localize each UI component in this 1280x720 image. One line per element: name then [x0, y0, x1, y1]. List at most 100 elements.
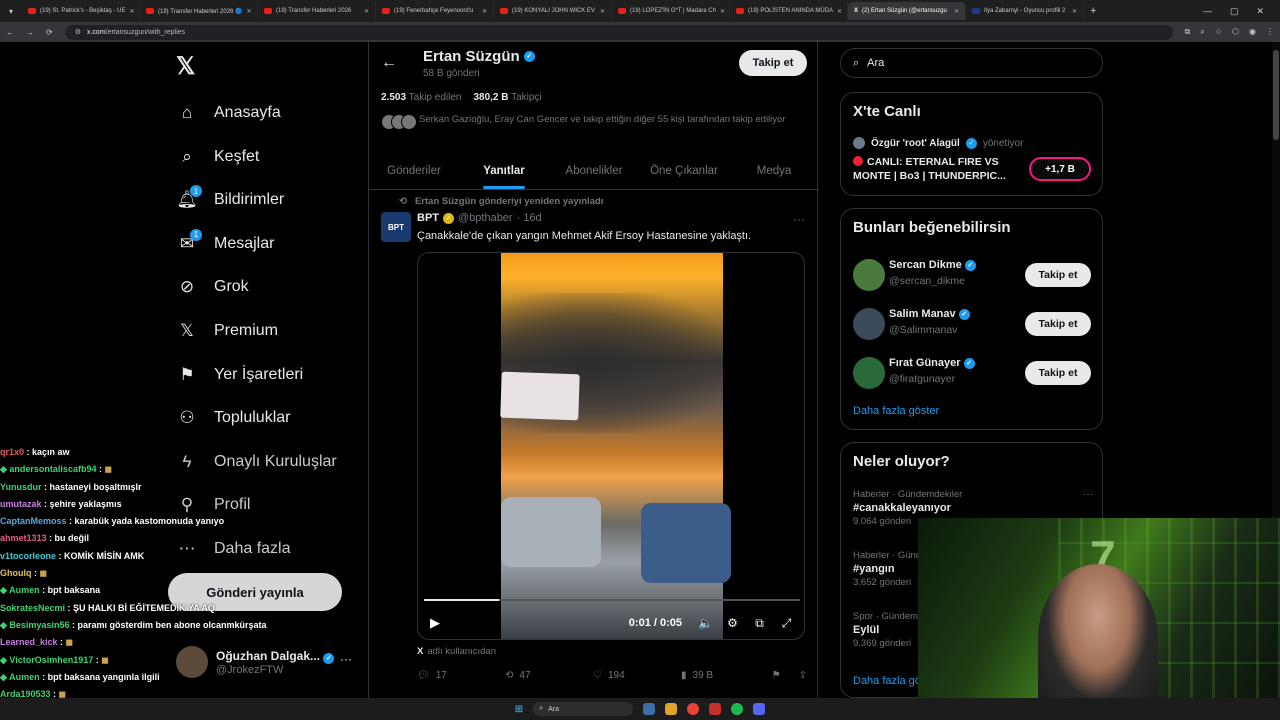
share-icon[interactable]: ⇪	[799, 670, 807, 681]
back-icon[interactable]: ←	[6, 28, 14, 37]
tweet-author[interactable]: BPT	[417, 212, 439, 224]
follow-button[interactable]: Takip et	[1025, 361, 1091, 385]
close-tab-icon[interactable]: ✕	[954, 8, 959, 15]
suggested-user[interactable]: Fırat Günayer ✓ @firatgunayer Takip et	[853, 353, 1093, 393]
show-more-link[interactable]: Daha fazla göster	[853, 405, 939, 417]
nav-item-yer-i-şaretleri[interactable]: ⚑ Yer İşaretleri	[176, 360, 303, 390]
chat-username[interactable]: Aumen	[9, 585, 40, 595]
chat-username[interactable]: CaptanMemoss	[0, 516, 67, 526]
close-tab-icon[interactable]: ✕	[837, 8, 842, 15]
tab-medya[interactable]: Medya	[729, 152, 819, 189]
chat-username[interactable]: v1tocorleone	[0, 551, 56, 561]
like-button[interactable]: ♡ 194	[593, 670, 681, 681]
followers-you-know[interactable]: Serkan Gazioğlu, Eray Can Gencer ve taki…	[381, 114, 801, 130]
nav-item-keşfet[interactable]: ⌕ Keşfet	[176, 142, 259, 172]
video-progress-bar[interactable]	[424, 599, 800, 601]
pip-icon[interactable]: ⧉	[746, 616, 773, 631]
live-listener-count[interactable]: +1,7 B	[1029, 157, 1091, 181]
browser-tab[interactable]: (19) KONYALI JOHN WICK EV ✕	[494, 2, 612, 20]
nav-item-anasayfa[interactable]: ⌂ Anasayfa	[176, 98, 281, 128]
chat-username[interactable]: umutazak	[0, 499, 42, 509]
tab-gönderiler[interactable]: Gönderiler	[369, 152, 459, 189]
bookmark-icon[interactable]: ⚑	[772, 670, 781, 681]
tweet[interactable]: ⟲ Ertan Süzgün gönderiyi yeniden yayınla…	[369, 192, 819, 698]
browser-menu-icon[interactable]: ⋮	[1266, 27, 1274, 37]
profile-icon[interactable]: ◉	[1249, 27, 1256, 37]
browser-tab[interactable]: (19) Transfer Haberleri 2026 ✕	[258, 2, 376, 20]
browser-tab[interactable]: (19) Transfer Haberleri 2026 🔵 ✕	[140, 2, 258, 20]
browser-tab[interactable]: (19) POLİSTEN ANINDA MÜDA ✕	[730, 2, 848, 20]
browser-tab[interactable]: (19) St. Patrick's - Beşiktaş - UE ✕	[22, 2, 140, 20]
taskbar-search[interactable]: ⌕ Ara	[533, 702, 634, 716]
address-bar[interactable]: ⚙ x.com/ertansuzgun/with_replies	[64, 24, 1173, 40]
task-view-icon[interactable]	[643, 703, 656, 715]
tweet-more-icon[interactable]: ···	[793, 212, 805, 226]
search-input[interactable]: ⌕ Ara	[840, 48, 1103, 78]
spotify-icon[interactable]	[731, 703, 744, 715]
close-tab-icon[interactable]: ✕	[1072, 8, 1077, 15]
chat-username[interactable]: Learned_kick	[0, 637, 58, 647]
volume-icon[interactable]: 🔈	[692, 616, 719, 630]
live-title[interactable]: CANLI: ETERNAL FIRE VS MONTE | Bo3 | THU…	[853, 155, 1027, 183]
chat-username[interactable]: Besimyasin56	[9, 620, 69, 630]
nav-item-bildirimler[interactable]: 🔔︎ 1 Bildirimler	[176, 185, 284, 215]
site-info-icon[interactable]: ⚙	[75, 28, 81, 36]
close-tab-icon[interactable]: ✕	[247, 8, 252, 15]
browser-tab[interactable]: (19) Fenerbahçe Feyenoord'u ✕	[376, 2, 494, 20]
close-tab-icon[interactable]: ✕	[600, 8, 605, 15]
settings-icon[interactable]: ⚙	[719, 616, 746, 630]
play-icon[interactable]: ▶	[430, 615, 440, 631]
live-host[interactable]: Özgür 'root' Alagül ✓ yönetiyor	[853, 137, 1023, 149]
fullscreen-icon[interactable]: ⤢	[773, 616, 800, 631]
tab-öne-çıkanlar[interactable]: Öne Çıkanlar	[639, 152, 729, 189]
chat-username[interactable]: VictorOsimhen1917	[9, 655, 93, 665]
nav-item-grok[interactable]: ⊘ Grok	[176, 272, 249, 302]
follow-button[interactable]: Takip et	[739, 50, 807, 76]
forward-icon[interactable]: →	[26, 28, 34, 37]
more-icon[interactable]: ···	[1083, 489, 1093, 500]
x-logo-icon[interactable]: 𝕏	[176, 52, 195, 81]
zoom-icon[interactable]: ⌕	[1200, 27, 1204, 37]
close-window-icon[interactable]: ✕	[1256, 6, 1264, 17]
repost-button[interactable]: ⟲ 47	[505, 670, 593, 681]
chat-username[interactable]: Yunusdur	[0, 482, 42, 492]
video-player[interactable]: ▶ 0:01 / 0:05 🔈 ⚙ ⧉ ⤢	[417, 252, 805, 640]
follow-button[interactable]: Takip et	[1025, 312, 1091, 336]
nav-item-mesajlar[interactable]: ✉ 1 Mesajlar	[176, 228, 274, 259]
close-tab-icon[interactable]: ✕	[720, 8, 725, 15]
chat-username[interactable]: andersontaliscafb94	[9, 464, 96, 474]
tab-search-icon[interactable]: ▾	[0, 7, 22, 16]
translate-icon[interactable]: ⧉	[1185, 27, 1191, 37]
file-explorer-icon[interactable]	[665, 703, 678, 715]
reply-button[interactable]: 💬︎ 17	[417, 670, 505, 681]
show-more-link[interactable]: Daha fazla gö	[853, 675, 921, 687]
tab-yanıtlar[interactable]: Yanıtlar	[459, 152, 549, 189]
browser-tab[interactable]: (19) LOPEZ'İN G*T | Madara Ch ✕	[612, 2, 730, 20]
close-tab-icon[interactable]: ✕	[364, 8, 369, 15]
back-arrow-icon[interactable]: ←	[381, 54, 397, 72]
chat-username[interactable]: Aumen	[9, 672, 40, 682]
close-tab-icon[interactable]: ✕	[130, 8, 135, 15]
reload-icon[interactable]: ⟳	[46, 28, 53, 37]
more-icon[interactable]: ···	[340, 652, 352, 666]
tweet-time[interactable]: · 16d	[517, 212, 542, 224]
suggested-user[interactable]: Sercan Dikme ✓ @sercan_dikme Takip et	[853, 255, 1093, 295]
followers-link[interactable]: 380,2 B Takipçi	[473, 92, 541, 103]
tab-abonelikler[interactable]: Abonelikler	[549, 152, 639, 189]
discord-icon[interactable]	[753, 703, 766, 715]
browser-tab[interactable]: X (2) Ertan Süzgün (@ertansuzgu ✕	[848, 2, 966, 20]
maximize-icon[interactable]: ▢	[1230, 6, 1239, 17]
minimize-icon[interactable]: —	[1203, 6, 1212, 17]
suggested-user[interactable]: Salim Manav ✓ @Salimmanav Takip et	[853, 304, 1093, 344]
avatar[interactable]: BPT	[381, 212, 411, 242]
new-tab-button[interactable]: +	[1090, 5, 1096, 17]
extensions-icon[interactable]: ⬡	[1232, 27, 1239, 37]
close-tab-icon[interactable]: ✕	[482, 8, 487, 15]
following-link[interactable]: 2.503 Takip edilen	[381, 92, 461, 103]
video-frame[interactable]	[500, 253, 731, 639]
views-button[interactable]: ▮ 39 B	[681, 670, 769, 681]
bookmark-star-icon[interactable]: ☆	[1215, 27, 1222, 37]
taskbar-app-icon[interactable]	[709, 703, 722, 715]
chat-username[interactable]: SokratesNecmi	[0, 603, 65, 613]
chat-username[interactable]: ahmet1313	[0, 533, 47, 543]
